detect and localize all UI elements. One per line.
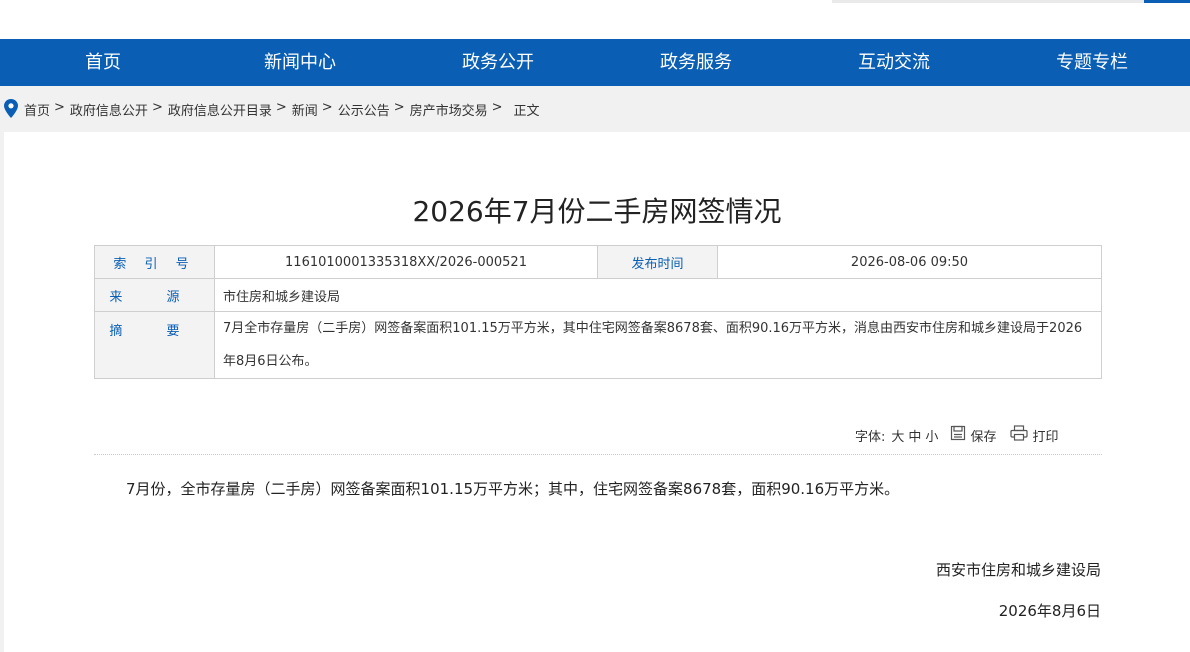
publish-time-value: 2026-08-06 09:50	[717, 245, 1102, 279]
divider	[94, 454, 1102, 455]
nav-item-news[interactable]: 新闻中心	[200, 39, 400, 86]
breadcrumb-separator: >	[321, 100, 333, 115]
print-label: 打印	[1032, 429, 1059, 445]
font-size-medium[interactable]: 中	[908, 426, 921, 445]
location-pin-icon	[4, 99, 18, 122]
article-container: 2026年7月份二手房网签情况 索 引 号 1161010001335318XX…	[4, 132, 1190, 652]
font-size-small[interactable]: 小	[925, 426, 938, 445]
breadcrumb-separator: >	[491, 100, 503, 115]
font-size-large[interactable]: 大	[891, 426, 904, 445]
breadcrumb-current: 正文	[513, 104, 540, 119]
source-label: 来 源	[94, 278, 215, 312]
breadcrumb: 首页 > 政府信息公开 > 政府信息公开目录 > 新闻 > 公示公告 > 房产市场交易 > …	[0, 86, 1190, 132]
breadcrumb-home[interactable]: 首页	[24, 100, 50, 119]
breadcrumb-separator: >	[54, 100, 65, 115]
save-label: 保存	[970, 429, 997, 445]
nav-item-special-topics[interactable]: 专题专栏	[992, 39, 1190, 86]
signature-date: 2026年8月6日	[998, 602, 1101, 620]
source-value: 市住房和城乡建设局	[214, 278, 1102, 312]
nav-item-interaction[interactable]: 互动交流	[794, 39, 994, 86]
save-button[interactable]: 保存	[950, 425, 996, 445]
publish-time-label: 发布时间	[597, 245, 718, 279]
top-header	[0, 0, 1190, 39]
breadcrumb-gov-info-catalog[interactable]: 政府信息公开目录	[168, 100, 272, 119]
summary-label: 摘 要	[94, 311, 215, 379]
nav-item-gov-services[interactable]: 政务服务	[596, 39, 796, 86]
breadcrumb-gov-info[interactable]: 政府信息公开	[70, 100, 148, 119]
breadcrumb-separator: >	[151, 100, 163, 115]
article-tools: 字体: 大 中 小 保存 打印	[855, 425, 1058, 445]
print-icon	[1010, 425, 1032, 445]
signature-org: 西安市住房和城乡建设局	[935, 561, 1101, 579]
save-icon	[950, 425, 970, 445]
nav-item-home[interactable]: 首页	[3, 39, 203, 86]
search-button[interactable]	[1144, 0, 1190, 3]
index-number-value: 1161010001335318XX/2026-000521	[214, 245, 598, 279]
breadcrumb-housing-market[interactable]: 房产市场交易	[410, 100, 488, 119]
meta-table: 索 引 号 1161010001335318XX/2026-000521 发布时…	[94, 245, 1102, 379]
font-size-label: 字体:	[855, 429, 886, 445]
nav-item-gov-affairs[interactable]: 政务公开	[398, 39, 598, 86]
article-body: 7月份，全市存量房（二手房）网签备案面积101.15万平方米；其中，住宅网签备案…	[126, 480, 900, 498]
breadcrumb-separator: >	[393, 100, 405, 115]
print-button[interactable]: 打印	[1010, 425, 1058, 445]
breadcrumb-news[interactable]: 新闻	[292, 100, 318, 119]
page-title: 2026年7月份二手房网签情况	[412, 195, 782, 228]
breadcrumb-announcements[interactable]: 公示公告	[338, 100, 390, 119]
summary-value: 7月全市存量房（二手房）网签备案面积101.15万平方米，其中住宅网签备案867…	[214, 311, 1102, 379]
main-nav: 首页 新闻中心 政务公开 政务服务 互动交流 专题专栏	[0, 39, 1190, 86]
breadcrumb-separator: >	[275, 100, 287, 115]
index-number-label: 索 引 号	[94, 245, 215, 279]
search-input[interactable]	[832, 0, 1144, 3]
